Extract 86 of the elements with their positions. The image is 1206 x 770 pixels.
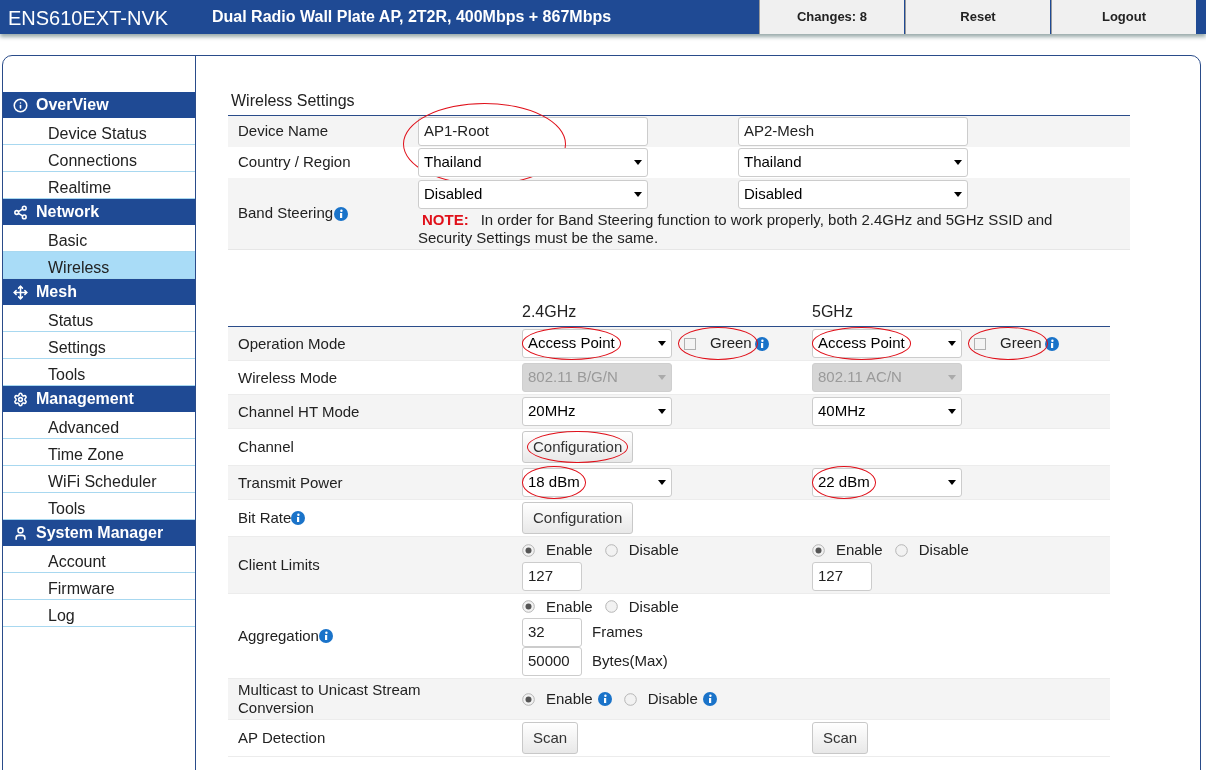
model-name: ENS610EXT-NVK — [7, 6, 170, 31]
dropdown-select[interactable]: Thailand — [418, 148, 648, 177]
radio-button[interactable] — [522, 600, 535, 614]
share-icon — [13, 204, 28, 220]
caret-icon — [948, 375, 956, 380]
dropdown-select[interactable]: 18 dBm — [522, 468, 672, 497]
caret-icon — [954, 192, 962, 197]
text-field[interactable]: 32 — [522, 618, 582, 647]
field-label: Band Steering — [238, 203, 334, 224]
field-label: Transmit Power — [238, 473, 343, 492]
caret-icon — [658, 480, 666, 485]
radio-button[interactable] — [604, 600, 618, 614]
dropdown-select[interactable]: Disabled — [418, 180, 648, 209]
field-label: Multicast to Unicast Stream Conversion — [238, 681, 422, 717]
caret-icon — [948, 341, 956, 346]
radio-label: Disable — [918, 540, 969, 560]
dropdown-select[interactable]: Thailand — [738, 148, 968, 177]
radio-label: Disable — [628, 596, 679, 617]
header-button[interactable]: Reset — [905, 0, 1050, 34]
radio-label: Disable — [647, 688, 698, 709]
field-label: Country / Region — [238, 152, 351, 173]
caret-icon — [634, 192, 642, 197]
radio-button[interactable] — [604, 543, 618, 557]
field-label: Operation Mode — [238, 334, 346, 353]
field-label: Client Limits — [238, 555, 320, 574]
sidebar-heading[interactable]: OverView — [3, 92, 195, 118]
text-field[interactable]: AP1-Root — [418, 117, 648, 146]
dropdown-select[interactable]: Access Point — [522, 329, 672, 358]
radio-button[interactable] — [522, 543, 535, 557]
dropdown-select[interactable]: Disabled — [738, 180, 968, 209]
dropdown-select[interactable]: 22 dBm — [812, 468, 962, 497]
text-field[interactable]: 127 — [522, 561, 582, 591]
info-icon — [13, 97, 28, 113]
radio-label: Enable — [546, 596, 593, 617]
radio-label: Disable — [628, 540, 679, 560]
unit-label: Frames — [592, 622, 643, 643]
sidebar-item[interactable]: Wireless — [3, 252, 195, 279]
dropdown-select[interactable]: Access Point — [812, 329, 962, 358]
settings-icon — [13, 391, 28, 407]
move-arrows-icon — [13, 284, 28, 300]
dropdown-select[interactable]: 20MHz — [522, 397, 672, 426]
field-label: Channel HT Mode — [238, 402, 360, 421]
header-button[interactable]: Changes: 8 — [759, 0, 904, 34]
caret-icon — [658, 375, 666, 380]
sidebar-heading[interactable]: Management — [3, 386, 195, 412]
field-label: Device Name — [238, 121, 329, 142]
text-field[interactable]: 50000 — [522, 647, 582, 676]
caret-icon — [658, 409, 666, 414]
note-text: NOTE: In order for Band Steering function to work properly, both 2.4GHz and 5GHz SSID and Security Settings must be the same. — [418, 211, 1054, 247]
field-label: AP Detection — [238, 729, 326, 747]
radio-button[interactable] — [894, 543, 908, 557]
configure-button[interactable]: Configuration — [522, 431, 634, 463]
caret-icon — [948, 480, 956, 485]
sidebar-heading[interactable]: Network — [3, 199, 195, 225]
band-column-heading: 2.4GHz — [522, 302, 578, 322]
checkbox-label: Green — [710, 333, 752, 354]
field-label: Aggregation — [238, 626, 319, 645]
radio-label: Enable — [546, 688, 593, 709]
unit-label: Bytes(Max) — [592, 651, 668, 672]
sidebar-heading[interactable]: System Manager — [3, 520, 195, 546]
dropdown-select[interactable]: 40MHz — [812, 397, 962, 426]
radio-label: Enable — [836, 540, 883, 560]
caret-icon — [954, 160, 962, 165]
sidebar-heading[interactable]: Mesh — [3, 279, 195, 305]
field-label: Wireless Mode — [238, 368, 338, 387]
configure-button[interactable]: Scan — [812, 722, 869, 754]
device-description: Dual Radio Wall Plate AP, 2T2R, 400Mbps + 867Mbps — [212, 7, 613, 27]
configure-button[interactable]: Configuration — [522, 502, 634, 534]
caret-icon — [658, 341, 666, 346]
field-label: Bit Rate — [238, 509, 292, 527]
radio-button[interactable] — [522, 692, 535, 706]
checkbox[interactable] — [684, 337, 696, 350]
configure-button[interactable]: Scan — [522, 722, 579, 754]
radio-label: Enable — [546, 540, 593, 560]
radio-button[interactable] — [812, 543, 825, 557]
user-icon — [13, 525, 28, 541]
field-label: Channel — [238, 438, 294, 456]
checkbox[interactable] — [974, 337, 986, 350]
radio-button[interactable] — [623, 692, 637, 706]
text-field[interactable]: AP2-Mesh — [738, 117, 968, 146]
checkbox-label: Green — [1000, 333, 1042, 354]
header-button[interactable]: Logout — [1051, 0, 1196, 34]
caret-icon — [634, 160, 642, 165]
text-field[interactable]: 127 — [812, 561, 872, 591]
caret-icon — [948, 409, 956, 414]
band-column-heading: 5GHz — [812, 302, 854, 322]
